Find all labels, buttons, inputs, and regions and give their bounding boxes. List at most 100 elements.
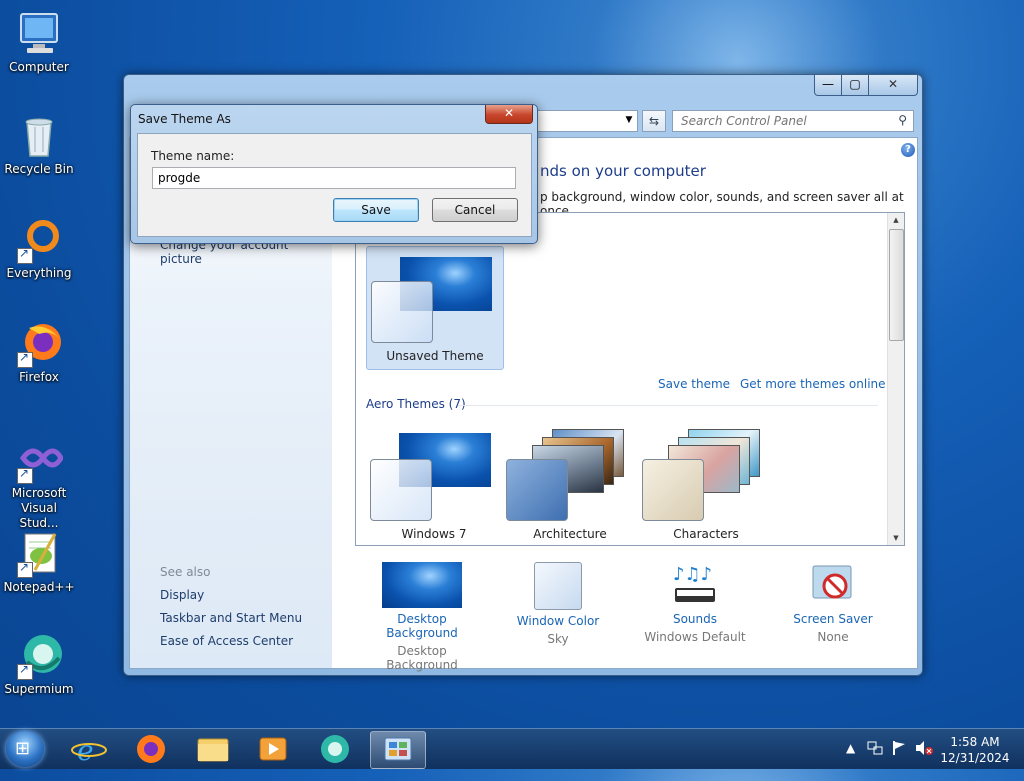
taskbar-supermium[interactable]	[308, 731, 362, 767]
svg-text:e: e	[77, 734, 94, 767]
window-color-link[interactable]: Window Color	[498, 614, 618, 628]
theme-name-input[interactable]	[152, 167, 516, 189]
internet-explorer-icon: e	[71, 734, 107, 767]
theme-architecture[interactable]: Architecture	[502, 423, 638, 543]
notepad-plus-plus-icon	[15, 530, 63, 578]
desktop-icon-firefox[interactable]: Firefox	[2, 320, 76, 385]
desktop-icon-visual-studio[interactable]: Microsoft Visual Stud...	[2, 436, 76, 531]
theme-color-swatch	[506, 459, 568, 521]
desktop-icon-notepad-plus-plus[interactable]: Notepad++	[2, 530, 76, 595]
desktop-icon-label: Everything	[6, 266, 72, 280]
theme-color-swatch	[371, 281, 433, 343]
scrollbar-thumb[interactable]	[889, 229, 904, 341]
taskbar-firefox[interactable]	[124, 731, 178, 767]
scroll-down-arrow-icon[interactable]: ▼	[888, 531, 904, 545]
firefox-icon	[137, 735, 165, 763]
supermium-icon	[321, 735, 349, 763]
theme-windows-7[interactable]: Windows 7	[366, 423, 502, 543]
windows-logo-icon: ⊞	[15, 738, 31, 759]
dialog-title: Save Theme As	[138, 112, 231, 126]
address-dropdown-icon[interactable]: ▼	[620, 110, 638, 130]
window-color-item[interactable]: Window Color Sky	[498, 562, 618, 646]
shortcut-arrow-icon	[17, 466, 33, 484]
screen-saver-value: None	[817, 630, 849, 644]
desktop-icon-recycle-bin[interactable]: Recycle Bin	[2, 112, 76, 177]
save-button[interactable]: Save	[333, 198, 419, 222]
themes-list[interactable]: Unsaved Theme Save theme Get more themes…	[355, 212, 905, 546]
minimize-button[interactable]: —	[814, 75, 842, 96]
desktop-icon-supermium[interactable]: Supermium	[2, 632, 76, 697]
desktop-icon-label: Recycle Bin	[4, 162, 74, 176]
taskbar-internet-explorer[interactable]: e	[62, 731, 116, 767]
sounds-icon: ♪♫♪	[671, 562, 719, 608]
screen-saver-icon	[809, 562, 857, 608]
dialog-close-button[interactable]: ✕	[485, 105, 533, 124]
recycle-bin-icon	[15, 112, 63, 160]
visual-studio-icon	[15, 436, 64, 484]
desktop-background-value: Desktop Background	[386, 644, 458, 672]
desktop-icon-label: Supermium	[4, 682, 74, 696]
shortcut-arrow-icon	[17, 350, 33, 368]
theme-label: Windows 7	[401, 527, 467, 541]
theme-label: Architecture	[533, 527, 607, 541]
show-hidden-icons-button[interactable]: ▲	[846, 741, 855, 781]
desktop-icon-label: Firefox	[19, 370, 59, 384]
taskbar-start-menu-link[interactable]: Taskbar and Start Menu	[160, 611, 302, 625]
theme-characters[interactable]: Characters	[638, 423, 774, 543]
desktop-background-item[interactable]: Desktop Background Desktop Background	[362, 562, 482, 672]
screen-saver-link[interactable]: Screen Saver	[773, 612, 893, 626]
folder-icon	[197, 738, 229, 762]
desktop-icon-label: Microsoft Visual Stud...	[11, 486, 67, 530]
search-icon[interactable]: ⚲	[898, 113, 907, 127]
close-button[interactable]: ✕	[868, 75, 918, 96]
search-input[interactable]	[679, 111, 893, 131]
display-link[interactable]: Display	[160, 588, 204, 602]
shortcut-arrow-icon	[17, 662, 33, 680]
clock-date: 12/31/2024	[940, 751, 1010, 765]
desktop-icon-label: Notepad++	[3, 580, 75, 594]
clock-time: 1:58 AM	[950, 735, 1000, 749]
dialog-content: Theme name: Save Cancel	[137, 133, 532, 237]
cancel-button[interactable]: Cancel	[432, 198, 518, 222]
screen-saver-item[interactable]: Screen Saver None	[773, 562, 893, 644]
get-more-themes-link[interactable]: Get more themes online	[740, 377, 886, 391]
vertical-scrollbar[interactable]: ▲ ▼	[887, 213, 904, 545]
taskbar-media-player[interactable]	[246, 731, 300, 767]
network-icon[interactable]	[866, 739, 884, 779]
sounds-link[interactable]: Sounds	[635, 612, 755, 626]
shortcut-arrow-icon	[17, 246, 33, 264]
taskbar-control-panel[interactable]	[370, 731, 426, 769]
ease-of-access-link[interactable]: Ease of Access Center	[160, 634, 293, 648]
control-panel-icon	[384, 737, 412, 761]
sounds-value: Windows Default	[644, 630, 746, 644]
save-theme-link[interactable]: Save theme	[658, 377, 730, 391]
search-box[interactable]: ⚲	[672, 110, 914, 132]
taskbar-file-explorer[interactable]	[186, 731, 240, 767]
page-heading: nds on your computer	[540, 162, 706, 180]
unsaved-theme-label: Unsaved Theme	[386, 349, 484, 363]
computer-icon	[15, 10, 63, 58]
maximize-button[interactable]: ▢	[841, 75, 869, 96]
desktop-icon-everything[interactable]: Everything	[2, 216, 76, 281]
shortcut-arrow-icon	[17, 560, 33, 578]
theme-color-swatch	[370, 459, 432, 521]
theme-color-swatch	[642, 459, 704, 521]
start-button[interactable]: ⊞	[6, 731, 44, 767]
action-center-flag-icon[interactable]	[890, 739, 908, 779]
window-color-value: Sky	[547, 632, 569, 646]
supermium-icon	[15, 632, 63, 680]
unsaved-theme-tile[interactable]: Unsaved Theme	[366, 246, 504, 370]
aero-themes-heading: Aero Themes (7)	[366, 397, 466, 411]
desktop-background-link[interactable]: Desktop Background	[362, 612, 482, 640]
system-clock[interactable]: 1:58 AM 12/31/2024	[940, 734, 1010, 766]
refresh-button[interactable]: ⇆	[642, 110, 666, 132]
desktop-icon-computer[interactable]: Computer	[2, 10, 76, 75]
help-icon[interactable]: ?	[901, 143, 915, 157]
sounds-item[interactable]: ♪♫♪ Sounds Windows Default	[635, 562, 755, 644]
volume-muted-icon[interactable]	[914, 739, 934, 779]
taskbar: ⊞ e ▲ 1:58 AM 12/31/2024	[0, 728, 1024, 769]
see-also-heading: See also	[160, 565, 211, 579]
scroll-up-arrow-icon[interactable]: ▲	[888, 213, 904, 227]
desktop-icon-label: Computer	[9, 60, 69, 74]
media-player-icon	[259, 737, 287, 761]
